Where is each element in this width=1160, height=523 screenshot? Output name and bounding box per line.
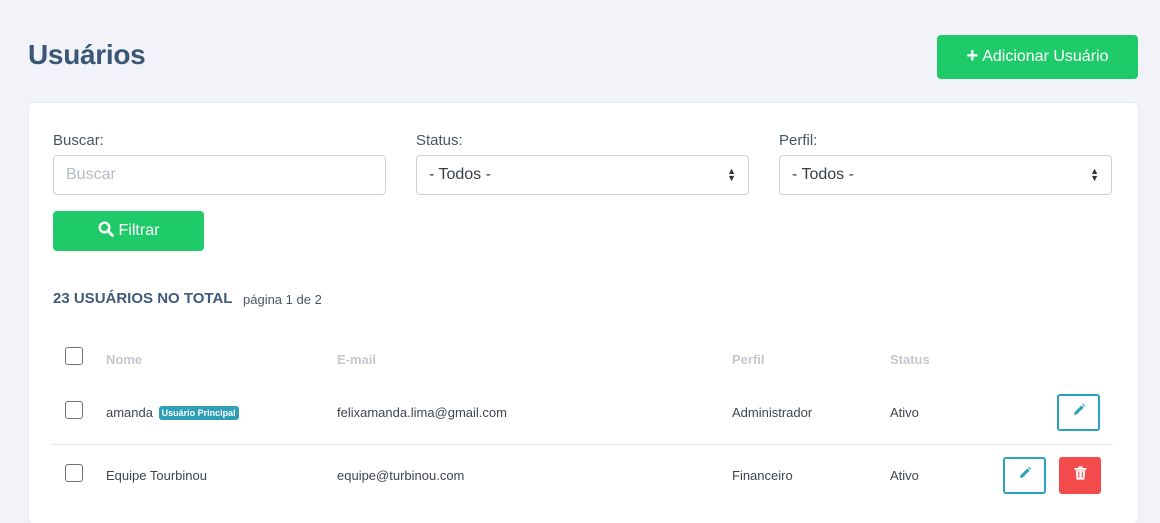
page-prefix: página	[243, 292, 283, 307]
users-card: Buscar: Status: - Todos - ▲▼ Perfil: - T…	[29, 103, 1138, 523]
select-all-checkbox[interactable]	[65, 347, 83, 365]
user-email: equipe@turbinou.com	[337, 468, 465, 483]
filter-button-label: Filtrar	[118, 222, 160, 239]
column-header-profile[interactable]: Perfil	[732, 352, 765, 367]
row-checkbox[interactable]	[65, 401, 83, 419]
status-label: Status:	[416, 132, 463, 149]
profile-select-value: - Todos -	[792, 166, 854, 183]
page-title: Usuários	[28, 39, 146, 70]
user-name: amanda	[106, 405, 153, 420]
column-header-name[interactable]: Nome	[106, 352, 142, 367]
pagination-info: página 1 de 2	[243, 292, 322, 307]
edit-button[interactable]	[1057, 394, 1100, 431]
column-header-status[interactable]: Status	[890, 352, 930, 367]
sort-arrows-icon: ▲ ▼	[1090, 166, 1099, 183]
column-header-email[interactable]: E-mail	[337, 352, 376, 367]
profile-select[interactable]: - Todos - ▲ ▼	[779, 155, 1112, 195]
add-user-button-label: Adicionar Usuário	[982, 48, 1109, 65]
main-user-badge: Usuário Principal	[158, 406, 239, 420]
search-icon	[98, 220, 114, 242]
filter-button[interactable]: Filtrar	[53, 211, 204, 251]
row-checkbox[interactable]	[65, 464, 83, 482]
plus-icon: +	[966, 45, 979, 67]
search-input[interactable]	[53, 155, 386, 195]
page-separator: de	[296, 292, 311, 307]
add-user-button[interactable]: + Adicionar Usuário	[937, 35, 1138, 79]
status-select[interactable]: - Todos - ▲ ▼	[416, 155, 749, 195]
row-divider	[53, 444, 1113, 445]
profile-label: Perfil:	[779, 132, 818, 149]
user-profile: Administrador	[732, 405, 813, 420]
status-select-value: - Todos -	[429, 166, 491, 183]
user-profile: Financeiro	[732, 468, 793, 483]
user-email: felixamanda.lima@gmail.com	[337, 405, 507, 420]
pencil-icon	[1018, 466, 1032, 485]
trash-icon	[1074, 466, 1087, 485]
edit-button[interactable]	[1003, 457, 1046, 494]
total-users-title: 23 usuários no total	[53, 290, 233, 307]
user-status: Ativo	[890, 405, 919, 420]
pencil-icon	[1072, 403, 1086, 422]
user-name: Equipe Tourbinou	[106, 468, 207, 483]
total-pages: 2	[314, 292, 322, 307]
sort-arrows-icon: ▲ ▼	[727, 166, 736, 183]
delete-button[interactable]	[1059, 457, 1101, 494]
user-name-cell: amanda Usuário Principal	[106, 405, 239, 420]
search-label: Buscar:	[53, 132, 104, 149]
current-page: 1	[285, 292, 293, 307]
user-status: Ativo	[890, 468, 919, 483]
